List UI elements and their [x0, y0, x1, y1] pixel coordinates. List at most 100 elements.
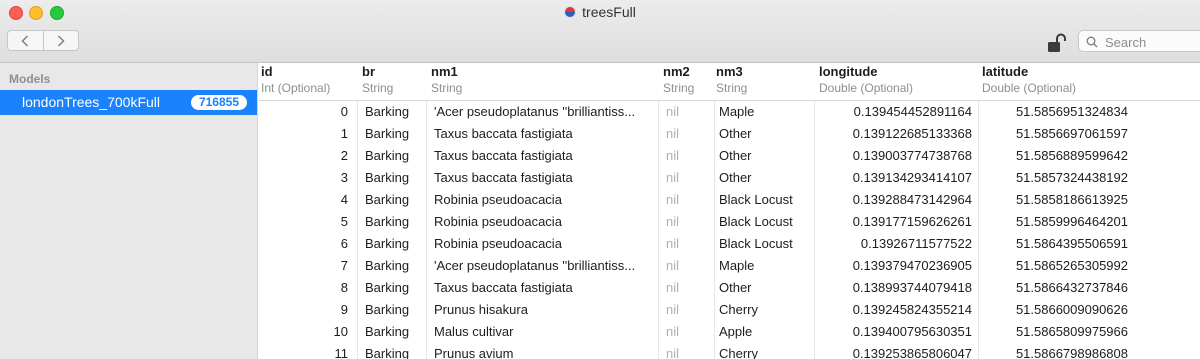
column-divider[interactable] — [814, 101, 815, 359]
cell-nm3[interactable]: Cherry — [714, 343, 815, 359]
cell-nm2[interactable]: nil — [660, 167, 713, 189]
table-row[interactable]: 4 Barking Robinia pseudoacacia nil Black Loc… — [259, 189, 1200, 211]
cell-longitude[interactable]: 0.139288473142964 — [816, 189, 978, 211]
lock-button[interactable] — [1047, 33, 1069, 53]
column-divider[interactable] — [978, 101, 979, 359]
cell-latitude[interactable]: 51.5858186613925 — [979, 189, 1133, 211]
cell-nm2[interactable]: nil — [660, 145, 713, 167]
cell-latitude[interactable]: 51.5859996464201 — [979, 211, 1133, 233]
forward-button[interactable] — [42, 31, 79, 50]
cell-nm2[interactable]: nil — [660, 255, 713, 277]
cell-nm2[interactable]: nil — [660, 299, 713, 321]
column-header-id[interactable]: id Int (Optional) — [261, 64, 330, 95]
cell-nm3[interactable]: Other — [714, 167, 815, 189]
cell-nm3[interactable]: Maple — [714, 255, 815, 277]
cell-id[interactable]: 8 — [261, 277, 356, 299]
cell-nm1[interactable]: Robinia pseudoacacia — [429, 233, 658, 255]
cell-latitude[interactable]: 51.5866009090626 — [979, 299, 1133, 321]
cell-nm2[interactable]: nil — [660, 211, 713, 233]
cell-nm1[interactable]: 'Acer pseudoplatanus ''brilliantiss... — [429, 101, 658, 123]
cell-br[interactable]: Barking — [360, 343, 426, 359]
cell-id[interactable]: 11 — [261, 343, 356, 359]
cell-nm1[interactable]: Malus cultivar — [429, 321, 658, 343]
cell-longitude[interactable]: 0.139245824355214 — [816, 299, 978, 321]
cell-br[interactable]: Barking — [360, 167, 426, 189]
column-header-nm2[interactable]: nm2 String — [663, 64, 694, 95]
cell-nm3[interactable]: Maple — [714, 101, 815, 123]
cell-id[interactable]: 4 — [261, 189, 356, 211]
cell-nm1[interactable]: Prunus hisakura — [429, 299, 658, 321]
cell-br[interactable]: Barking — [360, 233, 426, 255]
cell-longitude[interactable]: 0.139400795630351 — [816, 321, 978, 343]
cell-id[interactable]: 6 — [261, 233, 356, 255]
cell-latitude[interactable]: 51.5857324438192 — [979, 167, 1133, 189]
table-row[interactable]: 7 Barking 'Acer pseudoplatanus ''brilliant… — [259, 255, 1200, 277]
cell-longitude[interactable]: 0.138993744079418 — [816, 277, 978, 299]
search-input[interactable] — [1103, 33, 1197, 51]
cell-id[interactable]: 0 — [261, 101, 356, 123]
column-divider[interactable] — [426, 101, 427, 359]
back-button[interactable] — [8, 31, 43, 50]
cell-br[interactable]: Barking — [360, 145, 426, 167]
cell-nm3[interactable]: Cherry — [714, 299, 815, 321]
cell-br[interactable]: Barking — [360, 211, 426, 233]
cell-nm2[interactable]: nil — [660, 233, 713, 255]
cell-latitude[interactable]: 51.5866798986808 — [979, 343, 1133, 359]
cell-br[interactable]: Barking — [360, 189, 426, 211]
cell-br[interactable]: Barking — [360, 321, 426, 343]
cell-nm2[interactable]: nil — [660, 189, 713, 211]
table-row[interactable]: 9 Barking Prunus hisakura nil Cherry 0.139245… — [259, 299, 1200, 321]
cell-id[interactable]: 7 — [261, 255, 356, 277]
column-header-nm3[interactable]: nm3 String — [716, 64, 747, 95]
cell-longitude[interactable]: 0.139003774738768 — [816, 145, 978, 167]
cell-latitude[interactable]: 51.5856697061597 — [979, 123, 1133, 145]
column-divider[interactable] — [658, 101, 659, 359]
cell-longitude[interactable]: 0.139379470236905 — [816, 255, 978, 277]
column-header-br[interactable]: br String — [362, 64, 393, 95]
cell-nm1[interactable]: Prunus avium — [429, 343, 658, 359]
cell-nm1[interactable]: Robinia pseudoacacia — [429, 189, 658, 211]
cell-nm1[interactable]: Taxus baccata fastigiata — [429, 277, 658, 299]
cell-latitude[interactable]: 51.5856889599642 — [979, 145, 1133, 167]
cell-latitude[interactable]: 51.5865809975966 — [979, 321, 1133, 343]
cell-id[interactable]: 3 — [261, 167, 356, 189]
cell-br[interactable]: Barking — [360, 255, 426, 277]
table-row[interactable]: 11 Barking Prunus avium nil Cherry 0.13925386… — [259, 343, 1200, 359]
table-row[interactable]: 6 Barking Robinia pseudoacacia nil Black Loc… — [259, 233, 1200, 255]
cell-id[interactable]: 5 — [261, 211, 356, 233]
cell-longitude[interactable]: 0.139177159626261 — [816, 211, 978, 233]
sidebar-item-model[interactable]: londonTrees_700kFull 716855 — [0, 90, 257, 115]
table-row[interactable]: 10 Barking Malus cultivar nil Apple 0.1394007… — [259, 321, 1200, 343]
cell-nm3[interactable]: Black Locust — [714, 189, 815, 211]
table-row[interactable]: 3 Barking Taxus baccata fastigiata nil Other… — [259, 167, 1200, 189]
cell-nm2[interactable]: nil — [660, 101, 713, 123]
cell-latitude[interactable]: 51.5864395506591 — [979, 233, 1133, 255]
table-row[interactable]: 0 Barking 'Acer pseudoplatanus ''brilliant… — [259, 101, 1200, 123]
cell-nm3[interactable]: Other — [714, 145, 815, 167]
cell-id[interactable]: 10 — [261, 321, 356, 343]
table-row[interactable]: 1 Barking Taxus baccata fastigiata nil Other… — [259, 123, 1200, 145]
column-divider[interactable] — [714, 101, 715, 359]
cell-nm1[interactable]: Robinia pseudoacacia — [429, 211, 658, 233]
cell-nm2[interactable]: nil — [660, 277, 713, 299]
cell-nm2[interactable]: nil — [660, 343, 713, 359]
column-header-latitude[interactable]: latitude Double (Optional) — [982, 64, 1076, 95]
column-header-longitude[interactable]: longitude Double (Optional) — [819, 64, 913, 95]
cell-nm3[interactable]: Apple — [714, 321, 815, 343]
table-row[interactable]: 2 Barking Taxus baccata fastigiata nil Other… — [259, 145, 1200, 167]
column-header-nm1[interactable]: nm1 String — [431, 64, 462, 95]
table-row[interactable]: 5 Barking Robinia pseudoacacia nil Black Loc… — [259, 211, 1200, 233]
cell-nm3[interactable]: Other — [714, 277, 815, 299]
cell-id[interactable]: 9 — [261, 299, 356, 321]
cell-id[interactable]: 2 — [261, 145, 356, 167]
cell-nm1[interactable]: Taxus baccata fastigiata — [429, 145, 658, 167]
cell-nm3[interactable]: Other — [714, 123, 815, 145]
cell-br[interactable]: Barking — [360, 299, 426, 321]
cell-longitude[interactable]: 0.139454452891164 — [816, 101, 978, 123]
column-divider[interactable] — [357, 101, 358, 359]
cell-longitude[interactable]: 0.139253865806047 — [816, 343, 978, 359]
cell-nm2[interactable]: nil — [660, 123, 713, 145]
cell-longitude[interactable]: 0.13926711577522 — [816, 233, 978, 255]
cell-nm1[interactable]: Taxus baccata fastigiata — [429, 123, 658, 145]
cell-latitude[interactable]: 51.5866432737846 — [979, 277, 1133, 299]
